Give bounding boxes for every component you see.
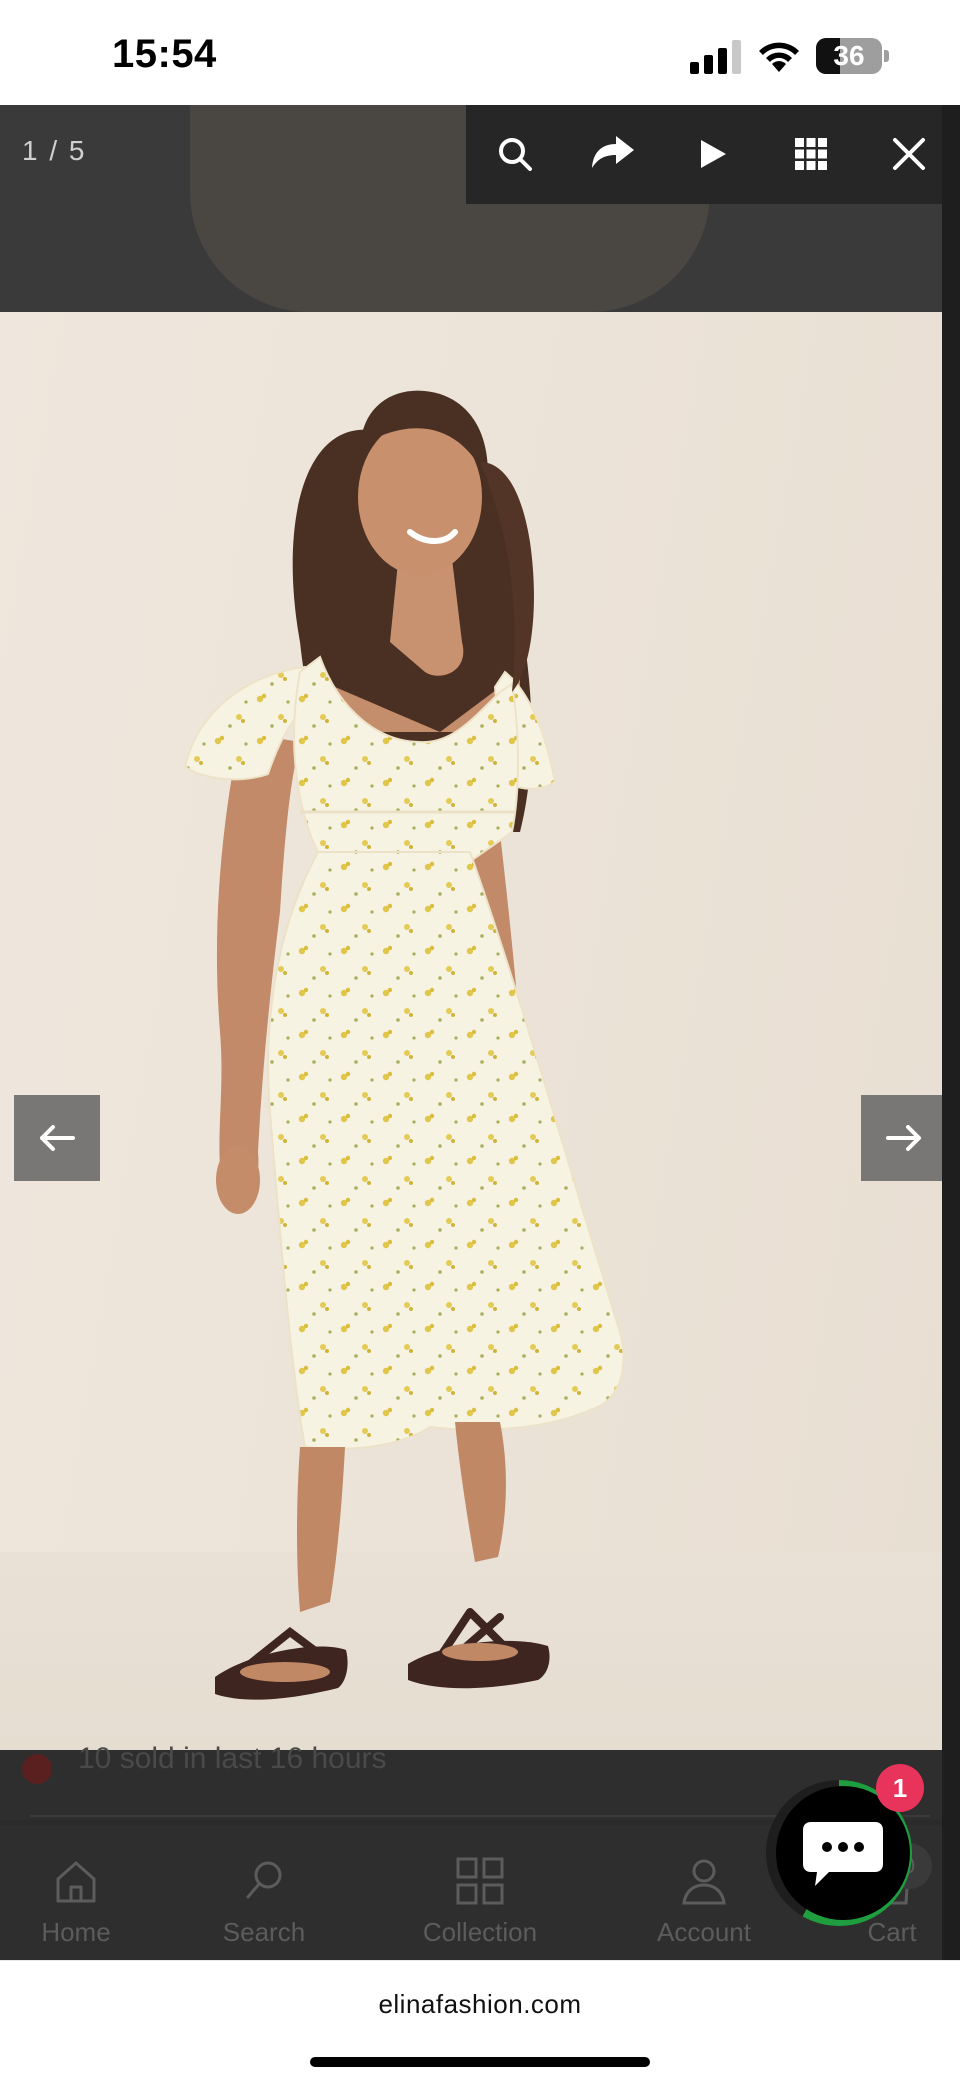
- grid-icon: [456, 1857, 504, 1905]
- home-indicator[interactable]: [310, 2057, 650, 2067]
- wifi-icon: [759, 42, 799, 72]
- fire-icon: [22, 1754, 52, 1784]
- product-photo: [0, 312, 960, 1750]
- nav-home[interactable]: Home: [0, 1855, 156, 1948]
- nav-account[interactable]: Account: [624, 1855, 784, 1948]
- grid-icon[interactable]: [776, 119, 846, 189]
- search-icon: [246, 1861, 282, 1899]
- browser-url-bar[interactable]: elinafashion.com: [0, 1960, 960, 2077]
- play-icon[interactable]: [677, 119, 747, 189]
- battery-indicator: 36: [816, 38, 890, 74]
- arrow-right-icon: [886, 1125, 921, 1151]
- url-text: elinafashion.com: [378, 1989, 582, 2019]
- chat-notification-badge: 1: [876, 1764, 924, 1812]
- battery-level: 36: [833, 40, 865, 71]
- nav-collection-label: Collection: [422, 1917, 538, 1947]
- status-bar: 15:54 36: [0, 0, 960, 105]
- status-time: 15:54: [112, 32, 217, 76]
- nav-account-label: Account: [657, 1917, 751, 1947]
- close-icon[interactable]: [874, 119, 944, 189]
- image-counter: 1 / 5: [22, 135, 87, 166]
- home-icon: [56, 1861, 96, 1903]
- model-illustration: [183, 390, 625, 1700]
- nav-search[interactable]: Search: [184, 1855, 344, 1948]
- sold-count-text: 10 sold in last 16 hours: [78, 1742, 387, 1775]
- signal-icon: [690, 40, 741, 74]
- next-image-button[interactable]: [861, 1095, 947, 1181]
- nav-collection[interactable]: Collection: [400, 1855, 560, 1948]
- arrow-left-icon: [40, 1125, 75, 1151]
- previous-image-button[interactable]: [14, 1095, 100, 1181]
- chat-bubble-icon: [803, 1822, 883, 1886]
- lightbox-toolbar: [466, 105, 960, 204]
- search-icon[interactable]: [480, 119, 550, 189]
- user-icon: [682, 1859, 726, 1905]
- web-content: 1 / 5 10 sold in last 16 hours Home Sear…: [0, 105, 960, 1960]
- nav-search-label: Search: [222, 1917, 306, 1947]
- share-icon[interactable]: [578, 119, 648, 189]
- nav-home-label: Home: [41, 1917, 111, 1947]
